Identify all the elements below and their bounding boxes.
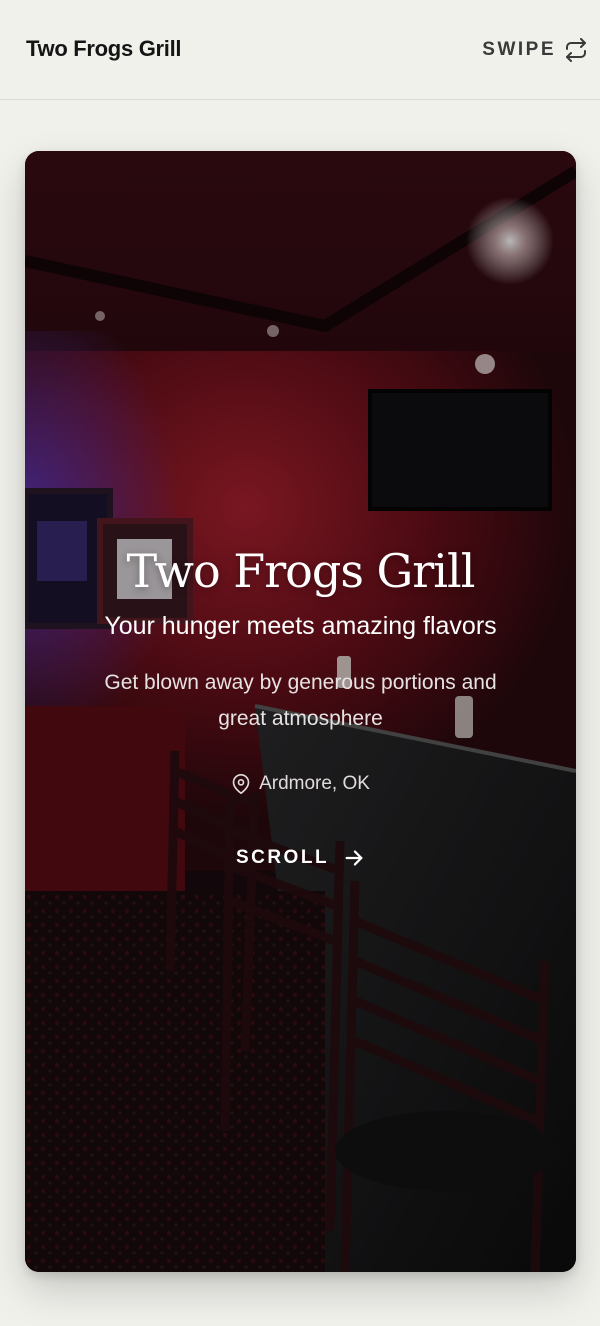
swipe-button[interactable]: SWIPE — [482, 36, 588, 64]
location-text: Ardmore, OK — [259, 773, 370, 794]
hero-location: Ardmore, OK — [25, 773, 576, 795]
scroll-label: SCROLL — [235, 847, 330, 868]
hero-description: Get blown away by generous portions and … — [104, 671, 497, 730]
hero-card[interactable]: Two Frogs Grill Your hunger meets amazin… — [25, 151, 576, 1272]
top-bar: Two Frogs Grill SWIPE — [0, 0, 600, 100]
scroll-button[interactable]: SCROLL — [25, 847, 576, 869]
hero-subtitle: Your hunger meets amazing flavors — [104, 612, 497, 640]
swipe-label: SWIPE — [482, 39, 556, 60]
repeat-arrows-icon — [564, 38, 588, 62]
brand-name[interactable]: Two Frogs Grill — [26, 36, 182, 62]
hero-title: Two Frogs Grill — [126, 544, 476, 598]
arrow-right-icon — [343, 847, 365, 869]
map-pin-icon — [231, 773, 251, 795]
